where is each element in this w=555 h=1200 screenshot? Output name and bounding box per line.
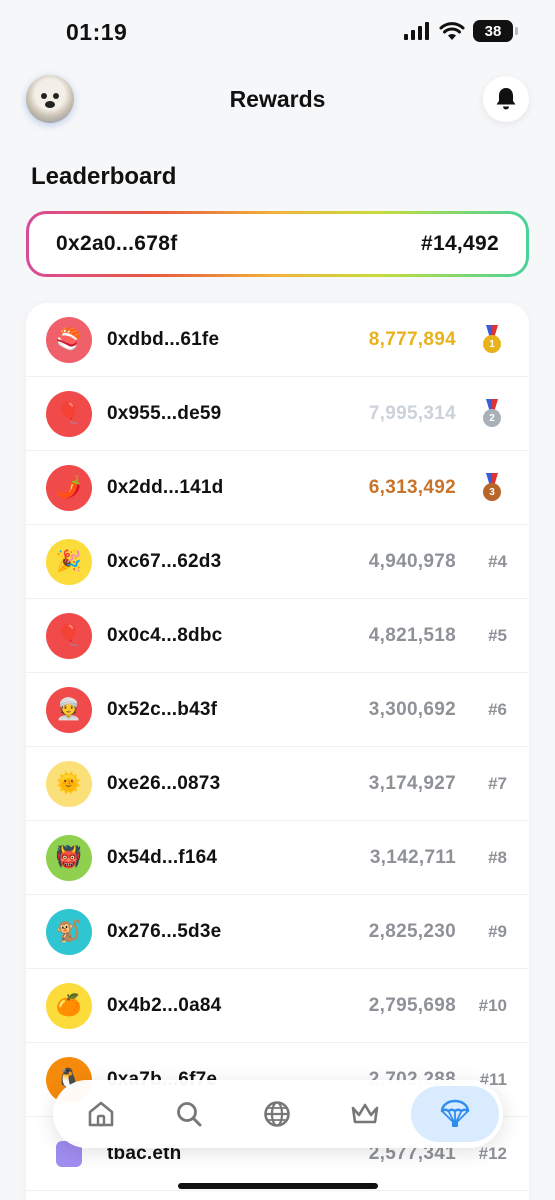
- status-bar: 01:19 38: [0, 0, 555, 64]
- row-rank: #6: [488, 700, 507, 719]
- nav-home[interactable]: [73, 1086, 129, 1142]
- leaderboard-row[interactable]: 👹 0x54d...f164 3,142,711 #8: [26, 821, 529, 895]
- row-rank: #8: [488, 848, 507, 867]
- avatar-emoji-icon: 🎉: [46, 539, 92, 585]
- row-address: 0x54d...f164: [107, 847, 218, 868]
- row-score: 2,825,230: [368, 921, 456, 942]
- avatar-emoji-icon: 🌶️: [46, 465, 92, 511]
- avatar-emoji-icon: 🌞: [46, 761, 92, 807]
- bottom-nav: [53, 1080, 503, 1148]
- bronze-medal-icon: 3: [481, 473, 503, 503]
- row-rank: #9: [488, 922, 507, 941]
- avatar-emoji-icon: 🎈: [46, 391, 92, 437]
- medal-label: 1: [483, 335, 501, 353]
- row-score: 2,795,698: [368, 995, 456, 1016]
- medal-label: 2: [483, 409, 501, 427]
- row-address: 0xe26...0873: [107, 773, 221, 794]
- row-score: 4,940,978: [368, 551, 456, 572]
- row-rank: #5: [488, 626, 507, 645]
- nav-rewards[interactable]: [411, 1086, 499, 1142]
- row-score: 8,777,894: [368, 329, 456, 350]
- row-address: 0x2dd...141d: [107, 477, 224, 498]
- my-rank-card[interactable]: 0x2a0...678f #14,492: [26, 211, 529, 277]
- home-indicator: [178, 1183, 378, 1189]
- leaderboard-row[interactable]: 🍊 0x4b2...0a84 2,795,698 #10: [26, 969, 529, 1043]
- row-address: 0x52c...b43f: [107, 699, 218, 720]
- row-rank: #10: [478, 996, 507, 1015]
- search-icon: [177, 1102, 202, 1127]
- status-time: 01:19: [66, 19, 128, 45]
- header: Rewards: [0, 70, 555, 130]
- row-address: 0x276...5d3e: [107, 921, 222, 942]
- row-score: 3,174,927: [368, 773, 456, 794]
- row-address: 0x955...de59: [107, 403, 222, 424]
- row-rank: #4: [488, 552, 507, 571]
- my-address: 0x2a0...678f: [56, 232, 178, 255]
- leaderboard-row[interactable]: 🎈 0x0c4...8dbc 4,821,518 #5: [26, 599, 529, 673]
- row-score: 6,313,492: [368, 477, 456, 498]
- avatar-emoji-icon: 🍊: [46, 983, 92, 1029]
- row-score: 3,300,692: [368, 699, 456, 720]
- home-icon: [88, 1101, 114, 1127]
- nav-search[interactable]: [161, 1086, 217, 1142]
- section-title: Leaderboard: [31, 163, 177, 190]
- leaderboard-row[interactable]: 👳 0x52c...b43f 3,300,692 #6: [26, 673, 529, 747]
- leaderboard-list[interactable]: 🍣 0xdbd...61fe 8,777,894 1 🎈 0x955...de59 7,99…: [26, 303, 529, 1200]
- page-title: Rewards: [229, 86, 326, 112]
- nav-leaderboard[interactable]: [337, 1086, 393, 1142]
- my-rank: #14,492: [420, 232, 499, 255]
- row-rank: #12: [478, 1144, 507, 1163]
- wifi-icon: [439, 21, 465, 40]
- row-address: 0x0c4...8dbc: [107, 625, 223, 646]
- parachute-icon: [440, 1099, 470, 1127]
- row-score: 3,142,711: [369, 847, 456, 868]
- status-icons: 38: [403, 20, 518, 42]
- row-score: 7,995,314: [368, 403, 456, 424]
- row-address: 0x4b2...0a84: [107, 995, 222, 1016]
- avatar-emoji-icon: 👹: [46, 835, 92, 881]
- row-address: 0xc67...62d3: [107, 551, 222, 572]
- leaderboard-row[interactable]: 🍣 0xdbd...61fe 8,777,894 1: [26, 303, 529, 377]
- leaderboard-row[interactable]: 🌞 0xe26...0873 3,174,927 #7: [26, 747, 529, 821]
- row-address: 0xdbd...61fe: [107, 329, 220, 350]
- nav-explore[interactable]: [249, 1086, 305, 1142]
- crown-icon: [351, 1103, 379, 1124]
- row-score: 4,821,518: [368, 625, 456, 646]
- medal-label: 3: [483, 483, 501, 501]
- battery-icon: 38: [473, 20, 518, 42]
- globe-icon: [264, 1101, 290, 1127]
- avatar-emoji-icon: 🎈: [46, 613, 92, 659]
- avatar-emoji-icon: 🍣: [46, 317, 92, 363]
- signal-icon: [404, 22, 429, 40]
- leaderboard-row[interactable]: 🎈 0x955...de59 7,995,314 2: [26, 377, 529, 451]
- avatar-emoji-icon: 👳: [46, 687, 92, 733]
- notifications-button[interactable]: [483, 76, 529, 122]
- leaderboard-row[interactable]: 🎉 0xc67...62d3 4,940,978 #4: [26, 525, 529, 599]
- gold-medal-icon: 1: [481, 325, 503, 355]
- leaderboard-row[interactable]: 🐒 0x276...5d3e 2,825,230 #9: [26, 895, 529, 969]
- row-rank: #7: [488, 774, 507, 793]
- bell-icon: [496, 88, 516, 110]
- silver-medal-icon: 2: [481, 399, 503, 429]
- avatar-emoji-icon: 🐒: [46, 909, 92, 955]
- leaderboard-row[interactable]: 🌶️ 0x2dd...141d 6,313,492 3: [26, 451, 529, 525]
